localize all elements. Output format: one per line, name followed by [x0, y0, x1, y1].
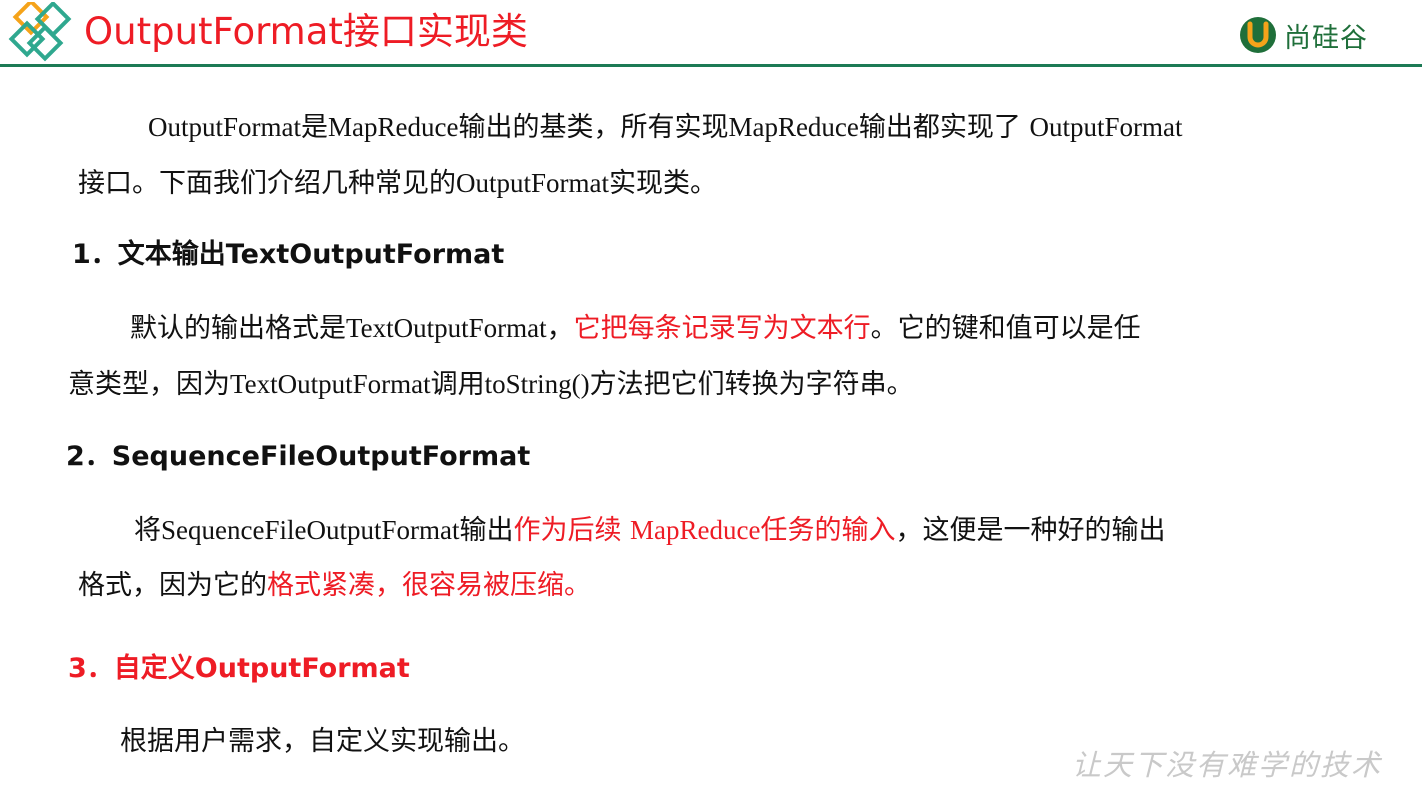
- section-text: ，这便是一种好的输出: [895, 515, 1166, 546]
- intro-text: MapReduce: [328, 112, 459, 142]
- section-1-line-2: 意类型，因为TextOutputFormat调用toString()方法把它们转…: [68, 367, 914, 402]
- intro-text: 输出都实现了: [858, 112, 1030, 143]
- section-text: TextOutputFormat: [346, 313, 547, 343]
- section-text: 将: [134, 515, 161, 546]
- section-text: 方法把它们转换为字符串。: [589, 369, 914, 400]
- header-divider: [0, 64, 1422, 67]
- section-text: 意类型，因为: [68, 369, 230, 400]
- highlight-text: 任务的输入: [760, 515, 896, 546]
- intro-line-1: OutputFormat是MapReduce输出的基类，所有实现MapReduc…: [148, 110, 1183, 145]
- section-3-heading: 3．自定义OutputFormat: [68, 653, 410, 684]
- highlight-text: MapReduce: [630, 515, 761, 545]
- section-text: ，: [546, 313, 574, 344]
- highlight-text: 格式紧凑，很容易被压缩。: [267, 570, 591, 601]
- section-text: 默认的输出格式是: [130, 313, 346, 344]
- section-2-line-1: 将SequenceFileOutputFormat输出作为后续 MapReduc…: [134, 513, 1166, 548]
- intro-text: 实现类。: [609, 168, 717, 199]
- section-text: toString(): [484, 369, 590, 399]
- intro-text: 是: [301, 112, 328, 143]
- brand-logo: 尚硅谷: [1238, 14, 1368, 56]
- section-1-heading: 1．文本输出TextOutputFormat: [72, 239, 505, 270]
- section-text: TextOutputFormat: [230, 369, 431, 399]
- section-2-heading: 2．SequenceFileOutputFormat: [66, 441, 531, 472]
- section-text: 调用: [430, 369, 485, 400]
- intro-text: OutputFormat: [148, 112, 301, 142]
- u-logo-icon: [1240, 17, 1276, 53]
- highlight-text: 它把每条记录写为文本行: [573, 313, 871, 344]
- section-text: SequenceFileOutputFormat: [161, 515, 460, 545]
- section-text: 。它的键和值可以是任: [870, 313, 1141, 344]
- intro-text: OutputFormat: [456, 168, 609, 198]
- highlight-text: 作为后续: [513, 515, 631, 546]
- section-3-line-1: 根据用户需求，自定义实现输出。: [120, 726, 525, 757]
- footer-slogan: 让天下没有难学的技术: [1072, 748, 1383, 782]
- page-title: OutputFormat接口实现类: [84, 10, 528, 53]
- diamond-logo-icon: [8, 2, 72, 62]
- section-1-line-1: 默认的输出格式是TextOutputFormat，它把每条记录写为文本行。它的键…: [130, 311, 1141, 346]
- intro-text: 接口。下面我们介绍几种常见的: [78, 168, 456, 199]
- brand-name: 尚硅谷: [1284, 22, 1368, 54]
- intro-text: OutputFormat: [1029, 112, 1183, 142]
- intro-text: 输出的基类，所有实现: [458, 112, 729, 143]
- intro-line-2: 接口。下面我们介绍几种常见的OutputFormat实现类。: [78, 166, 717, 201]
- section-2-line-2: 格式，因为它的格式紧凑，很容易被压缩。: [78, 569, 591, 603]
- section-text: 输出: [459, 515, 514, 546]
- section-text: 格式，因为它的: [78, 570, 267, 601]
- intro-text: MapReduce: [728, 112, 859, 142]
